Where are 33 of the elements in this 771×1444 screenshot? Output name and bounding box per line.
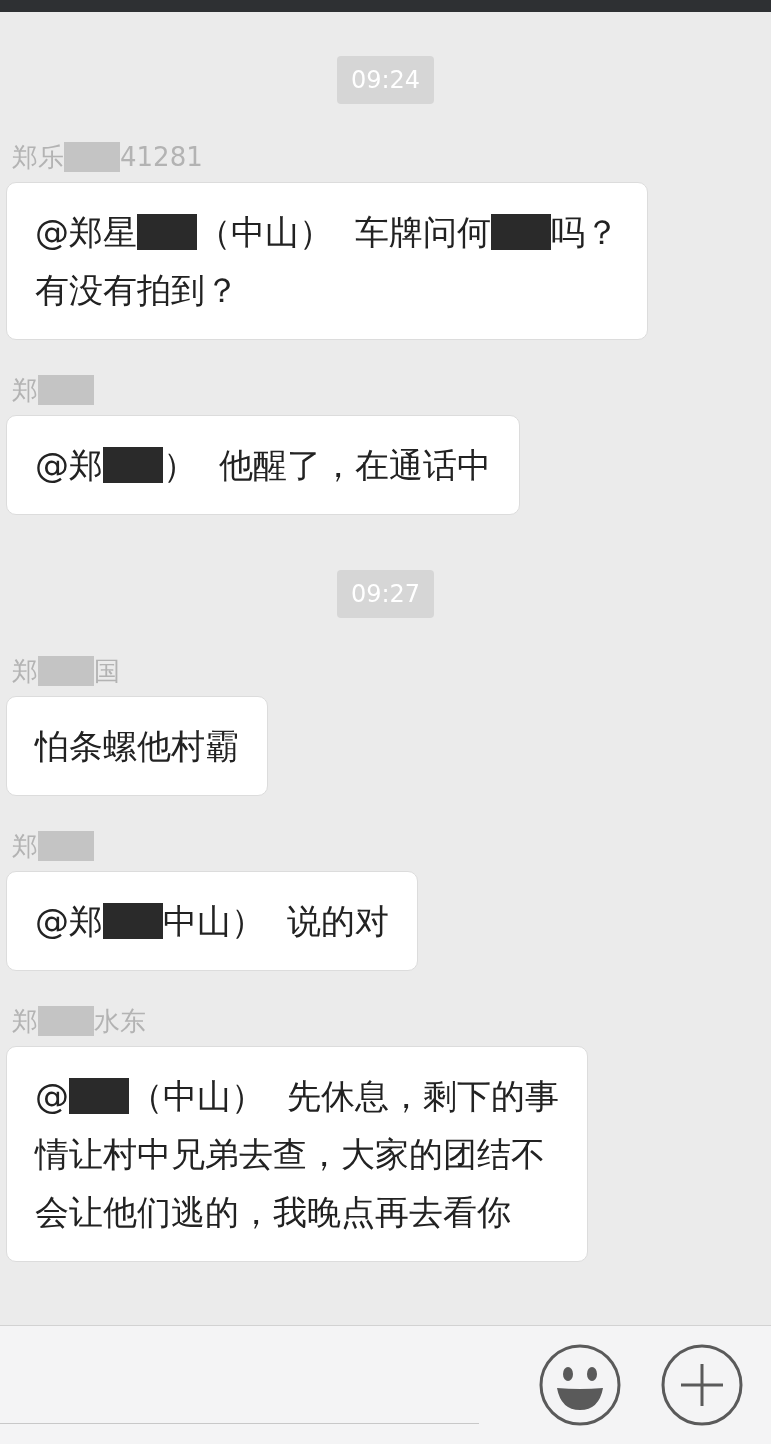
message-text: 吗？	[550, 211, 619, 254]
message-text: @郑	[35, 900, 103, 943]
message-text: （中山） 车牌问何	[197, 211, 491, 254]
sender-name: 郑	[12, 831, 38, 861]
sender-name: 郑	[12, 375, 38, 405]
message-text: @郑	[35, 444, 103, 487]
redaction-block	[38, 656, 94, 686]
message-text: 有没有拍到？	[35, 269, 239, 312]
message-text: ） 他醒了，在通话中	[163, 444, 491, 487]
redaction-block	[69, 1078, 129, 1114]
redaction-block	[490, 214, 551, 250]
sender-name: 国	[94, 656, 120, 686]
redaction-block	[38, 375, 94, 405]
message-text: 中山） 说的对	[163, 900, 389, 943]
message-text: 情让村中兄弟去查，大家的团结不	[35, 1133, 545, 1176]
redaction-block	[103, 447, 163, 483]
sender-name: 41281	[120, 142, 203, 172]
sender-name: 水东	[94, 1006, 146, 1036]
message-text: 会让他们逃的，我晚点再去看你	[35, 1191, 511, 1234]
smiley-icon[interactable]	[539, 1344, 621, 1426]
redaction-block	[38, 831, 94, 861]
message-text: @郑星	[35, 211, 137, 254]
redaction-block	[64, 142, 120, 172]
redaction-block	[137, 214, 197, 250]
message-text: 怕条螺他村霸	[35, 725, 239, 768]
sender-name: 郑	[12, 1006, 38, 1036]
message-text: @	[35, 1075, 69, 1118]
redaction-block	[38, 1006, 94, 1036]
plus-icon[interactable]	[661, 1344, 743, 1426]
message-text: （中山） 先休息，剩下的事	[129, 1075, 559, 1118]
sender-name: 郑乐	[12, 142, 64, 172]
sender-name: 郑	[12, 656, 38, 686]
redaction-block	[103, 903, 163, 939]
